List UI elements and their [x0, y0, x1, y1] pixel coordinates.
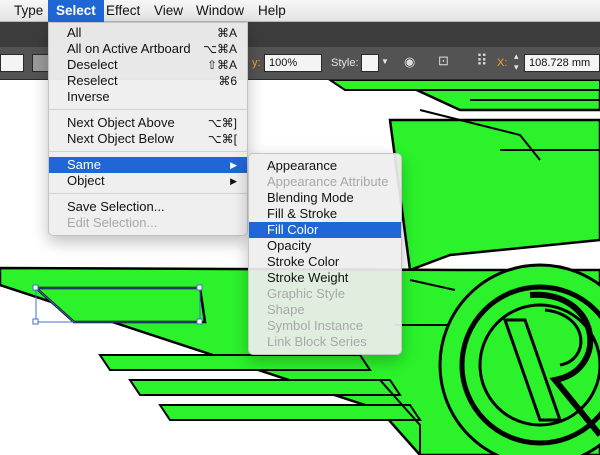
menu-item-label: Deselect [67, 57, 118, 72]
menu-separator [49, 151, 247, 152]
selection-handle [32, 318, 39, 325]
submenu-arrow-icon: ▶ [230, 176, 237, 186]
submenu-item-graphic-style: Graphic Style [267, 286, 346, 301]
menu-help[interactable]: Help [250, 0, 294, 22]
select-menu: All ⌘A All on Active Artboard ⌥⌘A Deselect… [48, 22, 248, 236]
selection-handle [196, 284, 203, 291]
menu-window[interactable]: Window [188, 0, 252, 22]
submenu-item-blending-mode[interactable]: Blending Mode [249, 190, 401, 206]
stepper-icon[interactable]: ▴ ▾ [514, 51, 519, 73]
menu-item-label: Save Selection... [67, 199, 165, 214]
submenu-item-appearance-attribute: Appearance Attribute [267, 174, 389, 189]
menu-type[interactable]: Type [6, 0, 51, 22]
shortcut-label: ⌥⌘A [203, 42, 237, 56]
transform-grid-icon[interactable]: ⠿ [476, 51, 488, 71]
x-label: X: [497, 57, 508, 69]
selection-handle [196, 318, 203, 325]
menu-item-label: Same [67, 157, 101, 172]
submenu-item-symbol-instance: Symbol Instance [267, 318, 364, 333]
selection-handle [32, 284, 39, 291]
stroke-swatch[interactable] [0, 54, 24, 72]
shortcut-label: ⇧⌘A [206, 58, 237, 72]
menu-item-next-object-above[interactable]: Next Object Above ⌥⌘] [49, 115, 247, 131]
same-submenu: Appearance Appearance Attribute Blending… [248, 153, 402, 355]
shortcut-label: ⌘6 [218, 74, 237, 88]
submenu-item-fill-color[interactable]: Fill Color [249, 222, 401, 238]
submenu-item-opacity[interactable]: Opacity [249, 238, 401, 254]
menu-item-label: All on Active Artboard [67, 41, 191, 56]
submenu-item-stroke-weight[interactable]: Stroke Weight [249, 270, 401, 286]
chevron-down-icon[interactable]: ▼ [381, 57, 389, 66]
shortcut-label: ⌥⌘] [207, 116, 237, 130]
menu-item-inverse[interactable]: Inverse [49, 89, 247, 105]
menu-item-label: Inverse [67, 89, 110, 104]
opacity-label: y: [252, 57, 261, 69]
menu-item-all[interactable]: All ⌘A [49, 25, 247, 41]
menu-item-reselect[interactable]: Reselect ⌘6 [49, 73, 247, 89]
align-icon[interactable]: ⊡ [438, 53, 449, 69]
menu-effect[interactable]: Effect [98, 0, 148, 22]
menu-item-same[interactable]: Same ▶ [49, 157, 247, 173]
submenu-item-fill-stroke[interactable]: Fill & Stroke [249, 206, 401, 222]
menu-item-label: Edit Selection... [67, 215, 158, 230]
menu-item-edit-selection: Edit Selection... [49, 215, 247, 231]
menu-view[interactable]: View [146, 0, 191, 22]
menu-item-label: Object [67, 173, 105, 188]
submenu-item-link-block-series: Link Block Series [267, 334, 367, 349]
menu-bar: Type Select Effect View Window Help [0, 0, 600, 22]
selected-band-shape [32, 286, 207, 324]
submenu-item-appearance[interactable]: Appearance [249, 158, 401, 174]
menu-item-save-selection[interactable]: Save Selection... [49, 199, 247, 215]
recolor-icon[interactable]: ◉ [404, 54, 415, 70]
x-position-field[interactable]: 108.728 mm [524, 54, 600, 72]
wing-stripe [98, 354, 372, 371]
menu-item-deselect[interactable]: Deselect ⇧⌘A [49, 57, 247, 73]
menu-item-label: All [67, 25, 82, 40]
menu-item-object[interactable]: Object ▶ [49, 173, 247, 189]
menu-select[interactable]: Select [48, 0, 104, 22]
menu-separator [49, 109, 247, 110]
style-label: Style: [331, 57, 359, 69]
menu-item-next-object-below[interactable]: Next Object Below ⌥⌘[ [49, 131, 247, 147]
wing-stripe [128, 379, 402, 396]
shortcut-label: ⌥⌘[ [207, 132, 237, 146]
submenu-arrow-icon: ▶ [230, 160, 237, 170]
menu-item-label: Reselect [67, 73, 118, 88]
menu-separator [49, 193, 247, 194]
style-swatch[interactable] [361, 54, 379, 72]
shortcut-label: ⌘A [216, 26, 237, 40]
menu-item-all-on-artboard[interactable]: All on Active Artboard ⌥⌘A [49, 41, 247, 57]
submenu-item-shape: Shape [267, 302, 305, 317]
submenu-item-stroke-color[interactable]: Stroke Color [249, 254, 401, 270]
menu-item-label: Next Object Above [67, 115, 175, 130]
menu-item-label: Next Object Below [67, 131, 174, 146]
wing-stripe [158, 404, 422, 421]
opacity-field[interactable]: 100% [264, 54, 322, 72]
